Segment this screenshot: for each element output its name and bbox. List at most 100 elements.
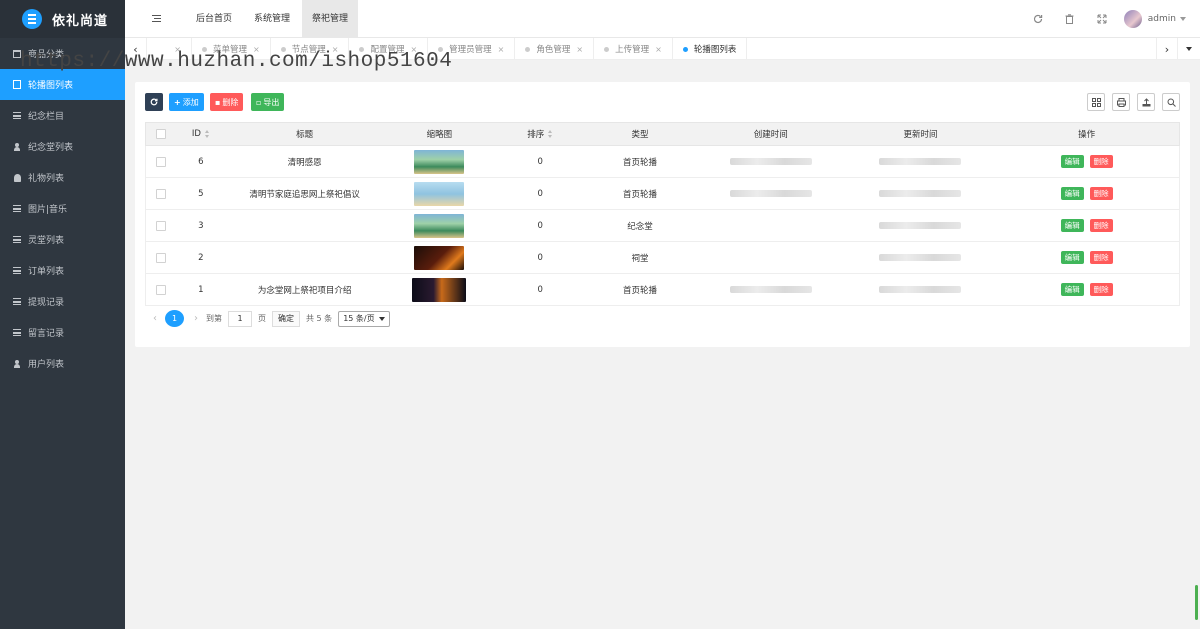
sidebar-item-media[interactable]: 图片|音乐 xyxy=(0,193,125,224)
close-icon[interactable]: × xyxy=(498,45,505,54)
sidebar-item-orders[interactable]: 订单列表 xyxy=(0,255,125,286)
thumbnail-image[interactable] xyxy=(414,181,465,206)
sidebar-item-label: 用户列表 xyxy=(28,360,65,370)
row-updated-blurred xyxy=(847,146,995,177)
page-size-select[interactable]: 15 条/页 xyxy=(338,310,390,327)
tab-label: 轮播图列表 xyxy=(693,45,737,55)
row-type: 纪念堂 xyxy=(627,221,653,232)
add-button[interactable]: + 添加 xyxy=(169,93,204,111)
row-checkbox-cell xyxy=(146,146,176,177)
row-thumbnail-cell xyxy=(384,178,496,209)
row-checkbox[interactable] xyxy=(155,220,166,231)
refresh-icon[interactable] xyxy=(1022,0,1054,38)
topnav-system[interactable]: 系统管理 xyxy=(244,0,300,38)
delete-row-button[interactable]: 删除 xyxy=(1089,155,1113,168)
tab-dot-icon xyxy=(682,46,688,52)
edit-button[interactable]: 编辑 xyxy=(1060,283,1084,296)
row-id: 2 xyxy=(198,252,204,263)
row-title: 清明感恩 xyxy=(287,157,322,168)
sidebar-item-memorial-columns[interactable]: 纪念栏目 xyxy=(0,100,125,131)
chevron-down-icon[interactable] xyxy=(1180,17,1186,21)
delete-row-button[interactable]: 删除 xyxy=(1089,219,1113,232)
sort-icon[interactable] xyxy=(204,130,210,138)
brand-name: 依礼尚道 xyxy=(52,13,109,29)
tab-role-management[interactable]: 角色管理 × xyxy=(515,38,595,60)
column-header-sort[interactable]: 排序 xyxy=(495,123,585,145)
redacted-text xyxy=(729,190,812,197)
delete-row-button[interactable]: 删除 xyxy=(1089,251,1113,264)
user-avatar[interactable] xyxy=(1123,10,1142,28)
sidebar-item-banners[interactable]: 轮播图列表 xyxy=(0,69,125,100)
print-button[interactable] xyxy=(1112,93,1130,111)
scrollbar-thumb[interactable] xyxy=(1195,585,1198,620)
logo-icon xyxy=(22,9,42,29)
search-button[interactable] xyxy=(1162,93,1180,111)
thumbnail-image[interactable] xyxy=(414,245,465,270)
tabs-next-button[interactable]: › xyxy=(1156,38,1178,60)
trash-icon[interactable] xyxy=(1054,0,1086,38)
close-icon[interactable]: × xyxy=(655,45,662,54)
delete-button[interactable]: ▪ 删除 xyxy=(210,93,244,111)
edit-button[interactable]: 编辑 xyxy=(1060,251,1084,264)
sidebar-item-messages[interactable]: 留言记录 xyxy=(0,317,125,348)
edit-button[interactable]: 编辑 xyxy=(1060,187,1084,200)
prev-page-icon[interactable]: ‹ xyxy=(153,313,157,324)
user-name[interactable]: admin xyxy=(1148,14,1176,24)
sidebar-item-label: 纪念栏目 xyxy=(28,112,65,122)
row-checkbox[interactable] xyxy=(155,156,166,167)
fullscreen-icon[interactable] xyxy=(1086,0,1118,38)
sidebar-item-label: 订单列表 xyxy=(28,267,65,277)
delete-row-button[interactable]: 删除 xyxy=(1089,283,1113,296)
plus-icon: + xyxy=(174,97,181,107)
sidebar-item-withdrawals[interactable]: 提现记录 xyxy=(0,286,125,317)
edit-button[interactable]: 编辑 xyxy=(1060,219,1084,232)
sidebar-item-users[interactable]: 用户列表 xyxy=(0,348,125,379)
list-icon xyxy=(12,111,22,121)
thumbnail-image[interactable] xyxy=(412,277,467,302)
sidebar-item-gifts[interactable]: 礼物列表 xyxy=(0,162,125,193)
topnav-sacrifice[interactable]: 祭祀管理 xyxy=(302,0,359,38)
columns-filter-button[interactable] xyxy=(1087,93,1105,111)
row-actions: 编辑 删除 xyxy=(994,146,1179,177)
bell-icon xyxy=(12,173,22,183)
row-checkbox-cell xyxy=(146,242,176,273)
tab-upload-management[interactable]: 上传管理 × xyxy=(594,38,673,60)
sidebar-item-shrines[interactable]: 灵堂列表 xyxy=(0,224,125,255)
select-all-cell xyxy=(146,123,176,145)
sort-icon[interactable] xyxy=(548,130,553,138)
tabs-menu-button[interactable] xyxy=(1178,38,1200,60)
brand-logo[interactable]: 依礼尚道 xyxy=(0,0,125,38)
header-tools: admin xyxy=(1022,0,1200,38)
export-button-label: 导出 xyxy=(263,97,280,107)
tab-banner-list[interactable]: 轮播图列表 xyxy=(673,38,748,60)
row-updated-blurred xyxy=(847,178,995,209)
column-header-id[interactable]: ID xyxy=(176,123,226,145)
next-page-icon[interactable]: › xyxy=(194,313,198,324)
chevron-down-icon xyxy=(378,316,385,321)
row-checkbox[interactable] xyxy=(155,252,166,263)
row-sort: 0 xyxy=(537,188,543,199)
row-checkbox[interactable] xyxy=(155,188,166,199)
grid-icon xyxy=(1091,97,1101,107)
select-all-checkbox[interactable] xyxy=(155,129,166,139)
row-checkbox[interactable] xyxy=(155,284,166,295)
export-table-button[interactable] xyxy=(1137,93,1155,111)
goto-page-input[interactable]: 1 xyxy=(228,310,252,327)
export-button[interactable]: ▫ 导出 xyxy=(251,93,285,111)
tab-label: 上传管理 xyxy=(615,45,650,55)
thumbnail-image[interactable] xyxy=(414,213,465,238)
menu-toggle-icon[interactable] xyxy=(152,15,161,22)
row-id: 6 xyxy=(198,156,204,167)
current-page[interactable]: 1 xyxy=(165,310,184,327)
column-header-actions: 操作 xyxy=(1078,130,1096,140)
row-title xyxy=(226,210,384,241)
edit-button[interactable]: 编辑 xyxy=(1060,155,1084,168)
refresh-button[interactable] xyxy=(145,93,163,111)
column-header-type: 类型 xyxy=(631,130,649,140)
close-icon[interactable]: × xyxy=(576,45,583,54)
sidebar-item-memorial-halls[interactable]: 纪念堂列表 xyxy=(0,131,125,162)
topnav-home[interactable]: 后台首页 xyxy=(186,0,242,38)
delete-row-button[interactable]: 删除 xyxy=(1089,187,1113,200)
goto-confirm-button[interactable]: 确定 xyxy=(272,310,300,327)
thumbnail-image[interactable] xyxy=(414,149,465,174)
